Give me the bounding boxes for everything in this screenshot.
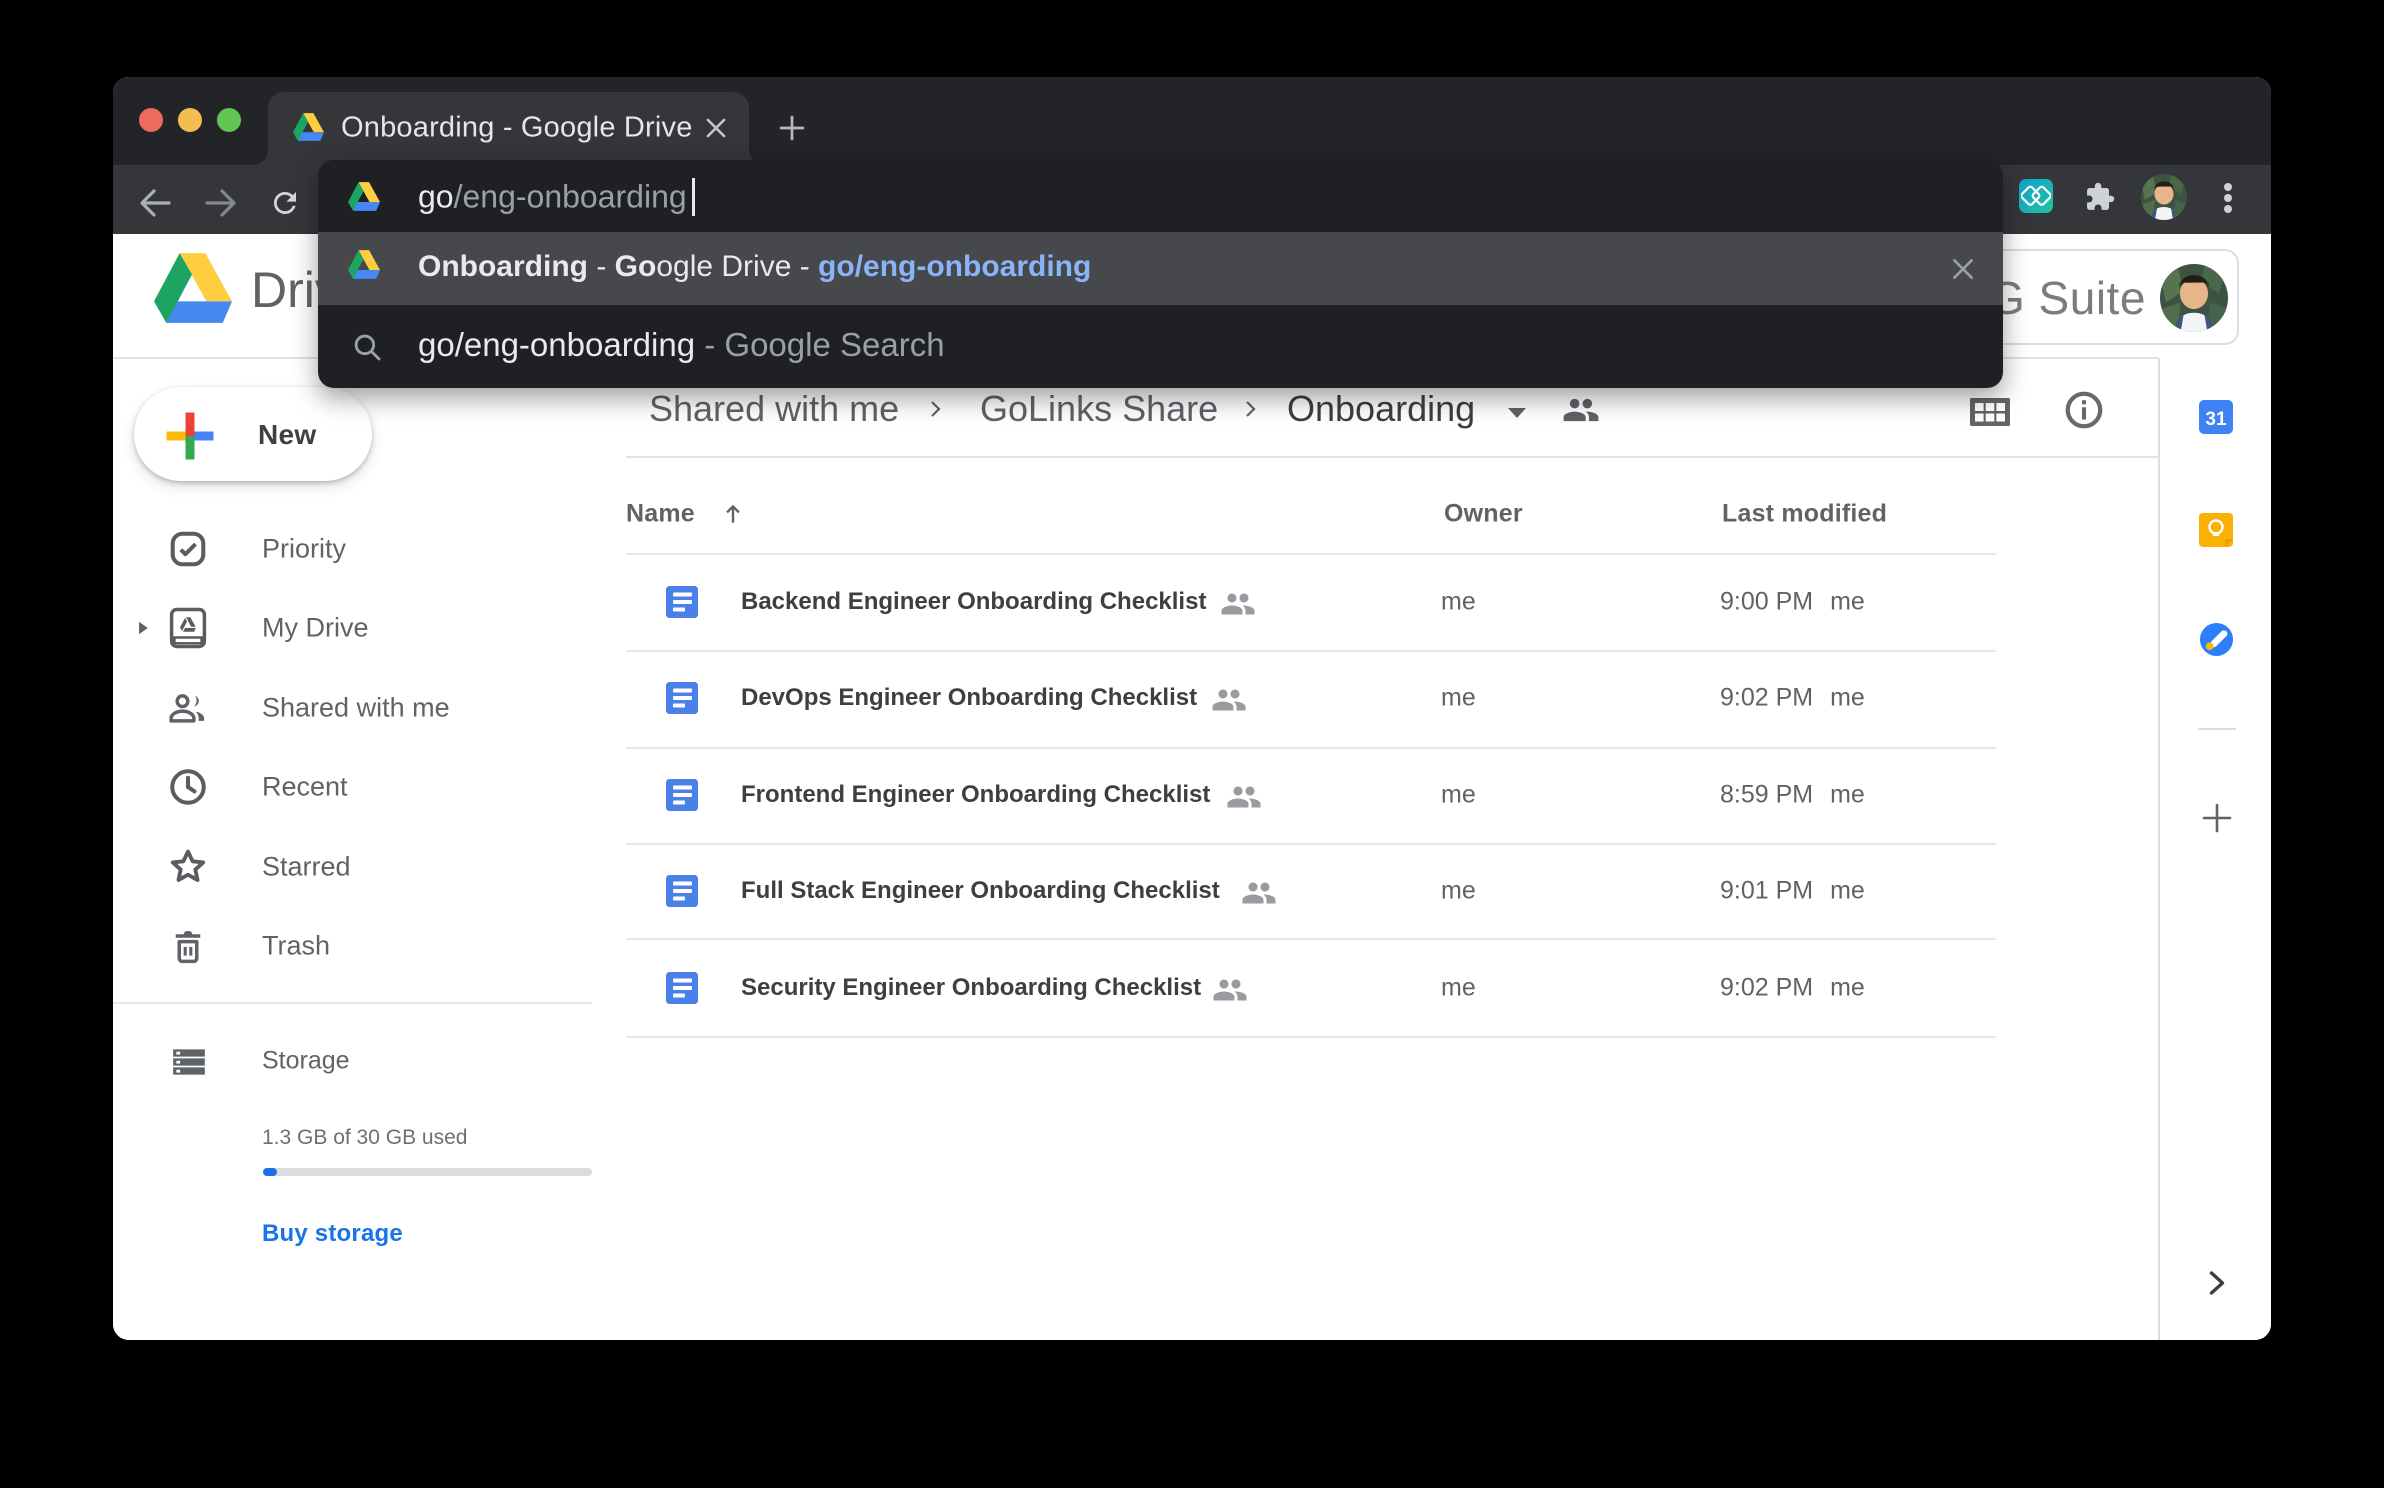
svg-text:31: 31: [2205, 409, 2227, 430]
